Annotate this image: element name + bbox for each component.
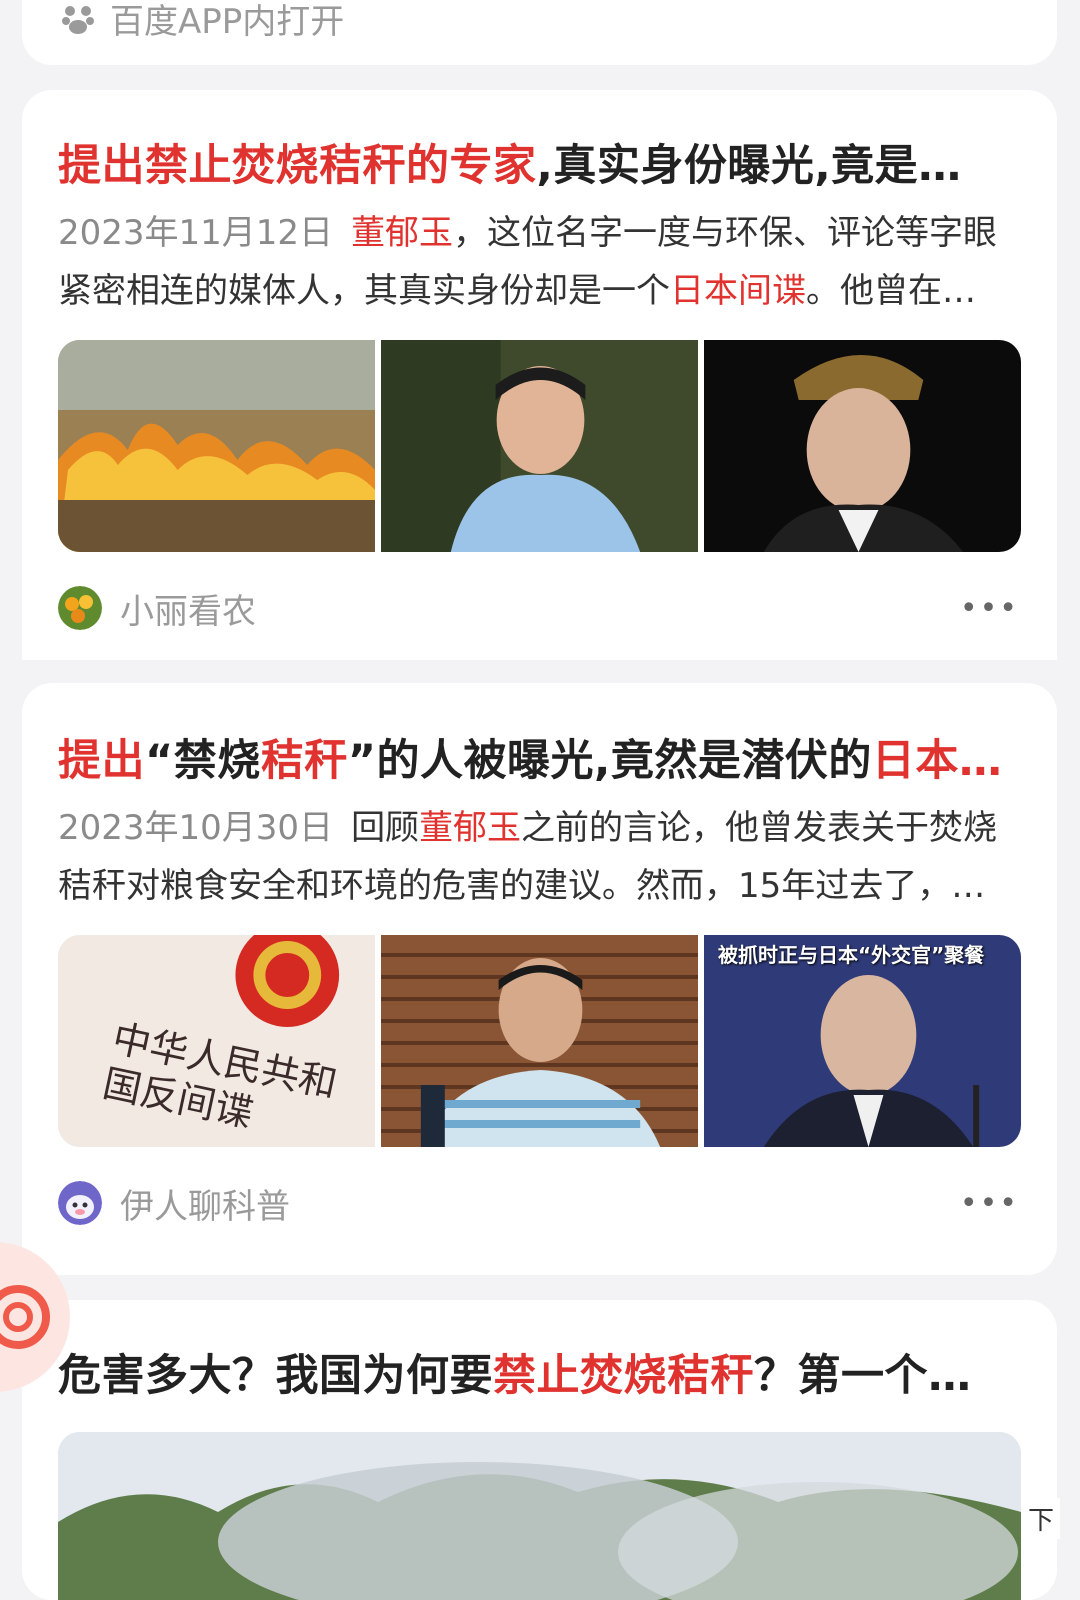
summary-part: 之前的言论，他曾发表关于焚烧 [521,808,998,848]
open-in-app-label: 百度APP内打开 [110,2,345,42]
bottom-label[interactable]: 下 [1021,1498,1060,1539]
title-part: ？第一个… [754,1351,972,1401]
more-dots-icon[interactable]: ••• [960,1186,1019,1221]
title-part: 禁止焚烧秸秆 [493,1351,754,1401]
summary-part: 回顾 [351,808,420,848]
title-part: ,真实身份曝光,竟是… [536,141,962,191]
title-part: 提出 [58,736,145,786]
summary-part: 。他曾在… [806,271,976,311]
author-row[interactable]: 小丽看农 ••• [58,584,1021,633]
article-card[interactable]: 提出“禁烧秸秆”的人被曝光,竟然是潜伏的日本… 2023年10月30日 回顾董郁玉… [22,683,1057,1275]
title-part: 日本… [871,736,1003,786]
counter-espionage-law-image[interactable]: 中华人民共和国反间谍 [58,935,375,1147]
image-caption: 被抓时正与日本“外交官”聚餐 [718,943,985,967]
article-images[interactable]: 中华人民共和国反间谍 被抓时正与日本“外交官”聚餐 [58,935,1021,1147]
smoky-field-image[interactable] [58,1432,1021,1600]
title-part: 危害多大？我国为何要 [58,1351,493,1401]
man-military-cap-image[interactable] [704,340,1021,552]
baidu-paw-icon [62,5,94,34]
summary-part: 董郁玉 [351,213,454,253]
more-dots-icon[interactable]: ••• [960,591,1019,626]
article-card[interactable]: 危害多大？我国为何要禁止焚烧秸秆？第一个… [22,1300,1057,1600]
author-name[interactable]: 伊人聊科普 [120,1179,290,1228]
article-images[interactable] [58,340,1021,552]
article-date: 2023年11月12日 [58,213,334,253]
burning-field-image[interactable] [58,340,375,552]
open-in-app-link[interactable]: 百度APP内打开 [60,0,344,43]
article-title[interactable]: 危害多大？我国为何要禁止焚烧秸秆？第一个… [58,1348,1021,1404]
man-blue-shirt-image[interactable] [381,340,698,552]
man-press-conference-image[interactable]: 被抓时正与日本“外交官”聚餐 [704,935,1021,1147]
title-part: “禁烧 [145,736,261,786]
article-title[interactable]: 提出“禁烧秸秆”的人被曝光,竟然是潜伏的日本… [58,733,1021,789]
title-part: 秸秆 [260,736,348,786]
top-card: 百度APP内打开 [22,0,1057,65]
man-striped-shirt-image[interactable] [381,935,698,1147]
author-avatar[interactable] [58,1181,102,1225]
summary-part: 紧密相连的媒体人，其真实身份却是一个 [58,271,670,311]
article-summary: 2023年10月30日 回顾董郁玉之前的言论，他曾发表关于焚烧 秸秆对粮食安全和环… [58,799,1021,915]
article-card[interactable]: 提出禁止焚烧秸秆的专家,真实身份曝光,竟是… 2023年11月12日 董郁玉，这位… [22,90,1057,660]
author-row[interactable]: 伊人聊科普 ••• [58,1179,1021,1228]
author-avatar[interactable] [58,586,102,630]
author-name[interactable]: 小丽看农 [120,584,256,633]
summary-part: ，这位名字一度与环保、评论等字眼 [453,213,998,253]
article-title[interactable]: 提出禁止焚烧秸秆的专家,真实身份曝光,竟是… [58,138,1021,194]
article-date: 2023年10月30日 [58,808,334,848]
summary-part: 日本间谍 [670,271,806,311]
title-part: ”的人被曝光,竟然是潜伏的 [347,736,872,786]
title-part: 提出禁止焚烧秸秆的专家 [58,141,537,191]
baidu-float-icon [0,1285,50,1349]
summary-part: 董郁玉 [419,808,522,848]
summary-part: 秸秆对粮食安全和环境的危害的建议。然而，15年过去了，… [58,866,986,906]
article-summary: 2023年11月12日 董郁玉，这位名字一度与环保、评论等字眼 紧密相连的媒体人，… [58,204,1021,320]
